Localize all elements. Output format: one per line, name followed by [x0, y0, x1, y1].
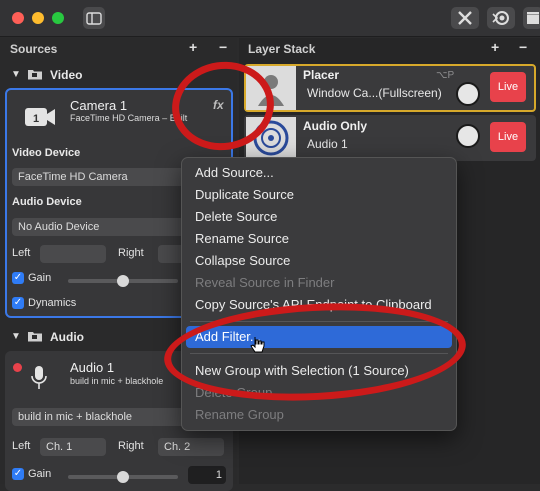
add-source-button[interactable]: + [189, 39, 197, 55]
layer-name: Audio Only [303, 119, 367, 133]
layer-live-button[interactable]: Live [490, 122, 526, 152]
layer-stack-title: Layer Stack [248, 42, 316, 56]
video-group-label: Video [50, 68, 83, 82]
dynamics-checkbox[interactable]: ✓ [12, 297, 24, 309]
sources-title: Sources [10, 42, 58, 56]
disclosure-triangle-icon[interactable]: ▼ [11, 69, 21, 80]
layer-volume-knob[interactable] [456, 82, 480, 106]
audio-device-label: Audio Device [12, 196, 82, 208]
gain-slider-thumb[interactable] [117, 275, 129, 287]
layer-live-button[interactable]: Live [490, 72, 526, 102]
gain-slider[interactable] [68, 275, 178, 287]
left-channel-select[interactable]: Ch. 1 [40, 438, 106, 456]
gain-label: Gain [28, 272, 52, 284]
camera-name: Camera 1 [70, 98, 128, 113]
gain-value-field[interactable]: 1 [188, 466, 226, 484]
video-device-select[interactable]: FaceTime HD Camera [12, 168, 192, 186]
sidebar-icon [86, 11, 102, 25]
right-channel-label: Right [118, 440, 144, 452]
audio-device-select[interactable]: No Audio Device [12, 218, 192, 236]
minimize-window-button[interactable] [32, 12, 44, 24]
recording-dot [13, 363, 22, 372]
right-channel-select[interactable]: Ch. 2 [158, 438, 224, 456]
gain-checkbox[interactable]: ✓ [12, 468, 24, 480]
left-channel-label: Left [12, 440, 31, 452]
right-channel-label: Right [118, 247, 144, 259]
layer-detail: Window Ca...(Fullscreen) [307, 86, 442, 100]
add-layer-button[interactable]: + [491, 39, 499, 55]
microphone-icon [31, 366, 47, 389]
stop-button[interactable] [451, 7, 479, 29]
clapper-button[interactable] [523, 7, 540, 29]
left-channel-select[interactable] [40, 245, 106, 263]
x-icon [458, 11, 472, 25]
dynamics-label: Dynamics [28, 297, 77, 309]
disclosure-triangle-icon[interactable]: ▼ [11, 331, 21, 342]
clapper-icon [527, 12, 539, 24]
record-icon [492, 11, 509, 25]
menu-item-delete-source[interactable]: Delete Source [195, 209, 277, 224]
remove-source-button[interactable]: − [219, 39, 227, 55]
sidebar-toggle-button[interactable] [83, 7, 105, 29]
menu-item-duplicate-source[interactable]: Duplicate Source [195, 187, 294, 202]
left-channel-label: Left [12, 247, 31, 259]
close-window-button[interactable] [12, 12, 24, 24]
svg-text:1: 1 [33, 113, 39, 125]
audio-group-label: Audio [50, 330, 84, 344]
gain-slider[interactable] [68, 471, 178, 483]
title-bar [0, 0, 540, 37]
gain-checkbox[interactable]: ✓ [12, 272, 24, 284]
folder-icon [28, 332, 42, 342]
layer-volume-knob[interactable] [456, 124, 480, 148]
menu-item-rename-group: Rename Group [195, 407, 284, 422]
video-device-label: Video Device [12, 147, 81, 159]
folder-icon [28, 70, 42, 80]
audio-source-subtitle: build in mic + blackhole [70, 376, 164, 386]
gain-slider-thumb[interactable] [117, 471, 129, 483]
audio-input-select[interactable]: build in mic + blackhole [12, 408, 192, 426]
camera-icon: 1 [25, 108, 55, 126]
gain-label: Gain [28, 468, 52, 480]
camera-subtitle: FaceTime HD Camera – Built [70, 113, 188, 123]
zoom-window-button[interactable] [52, 12, 64, 24]
menu-item-add-source[interactable]: Add Source... [195, 165, 274, 180]
menu-item-collapse-source[interactable]: Collapse Source [195, 253, 290, 268]
record-button[interactable] [487, 7, 515, 29]
remove-layer-button[interactable]: − [519, 39, 527, 55]
menu-item-reveal-in-finder: Reveal Source in Finder [195, 275, 335, 290]
menu-item-rename-source[interactable]: Rename Source [195, 231, 289, 246]
layer-shortcut: ⌥P [436, 70, 455, 81]
layer-detail: Audio 1 [307, 137, 348, 151]
audio-source-name: Audio 1 [70, 360, 115, 375]
layer-name: Placer [303, 68, 340, 82]
